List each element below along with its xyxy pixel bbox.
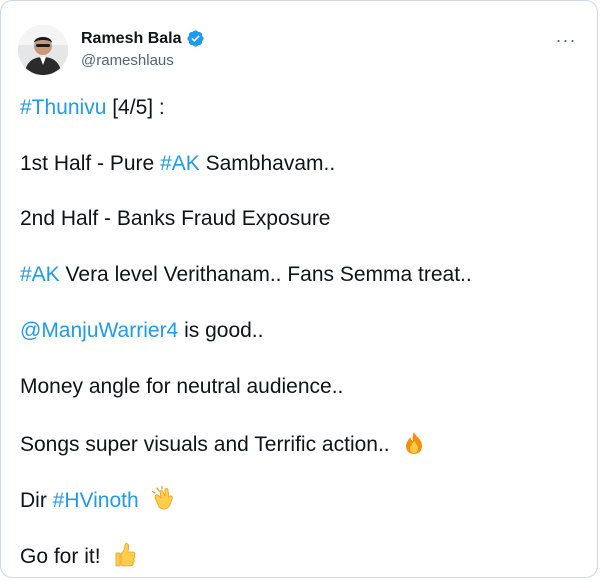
tweet-line-4: #AK Vera level Verithanam.. Fans Semma t… [20,262,472,288]
line-5-suffix: is good.. [178,319,264,342]
line-4-suffix: Vera level Verithanam.. Fans Semma treat… [59,263,472,286]
tweet-line-3: 2nd Half - Banks Fraud Exposure [20,207,331,230]
tweet-line-5: @ManjuWarrier4 is good.. [20,318,263,344]
line-2-prefix: 1st Half - Pure [20,152,161,175]
avatar[interactable] [18,25,68,75]
verified-badge-icon [186,30,204,47]
tweet-line-6: Money angle for neutral audience.. [20,375,344,398]
line-2-suffix: Sambhavam.. [199,152,336,175]
tweet-line-1: #Thunivu [4/5] : [20,95,165,121]
tweet-line-8: Dir #HVinoth [20,486,177,514]
clapping-hands-emoji [151,486,173,510]
line-8-prefix: Dir [20,489,53,512]
author-name[interactable]: Ramesh Bala [81,30,182,48]
avatar-image [18,25,68,75]
more-options-icon[interactable]: ··· [549,25,583,55]
tweet-line-2: 1st Half - Pure #AK Sambhavam.. [20,151,335,177]
hashtag-hvinoth[interactable]: #HVinoth [53,489,139,512]
line-9-text: Go for it! [20,545,101,568]
fire-emoji [406,432,423,454]
hashtag-ak-2[interactable]: #AK [20,263,60,286]
mention-manjuwarrier4[interactable]: @ManjuWarrier4 [20,319,178,342]
tweet-line-9: Go for it! [20,542,138,570]
tweet-line-7: Songs super visuals and Terrific action.… [20,430,427,458]
rating-text: [4/5] : [106,96,165,119]
line-7-text: Songs super visuals and Terrific action.… [20,433,390,456]
author-handle[interactable]: @rameshlaus [81,52,174,69]
hashtag-thunivu[interactable]: #Thunivu [20,96,106,119]
author-name-row[interactable]: Ramesh Bala [81,29,205,48]
thumbs-up-emoji [115,543,136,567]
hashtag-ak[interactable]: #AK [160,152,200,175]
tweet-card: Ramesh Bala @rameshlaus ··· #Thunivu [4/… [0,0,598,578]
